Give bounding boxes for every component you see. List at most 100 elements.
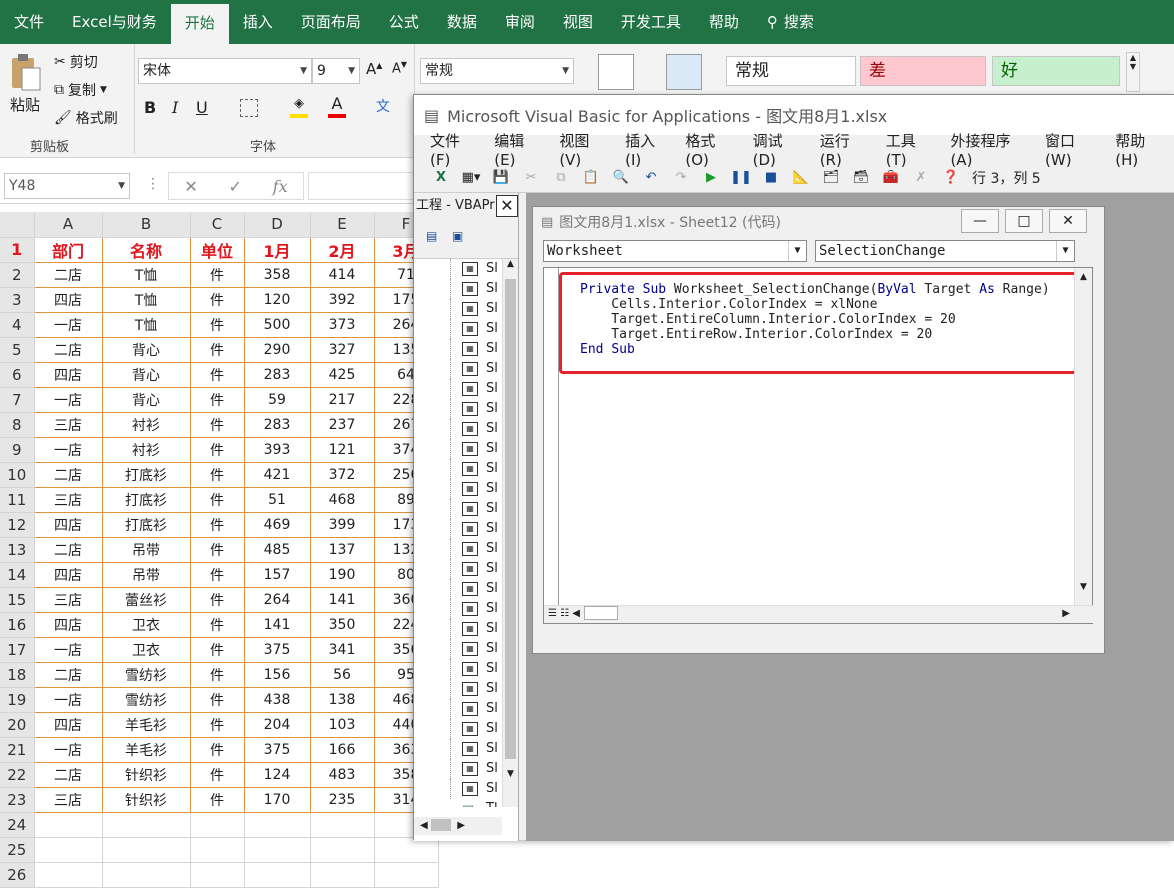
row-header[interactable]: 17 — [0, 637, 35, 663]
row-header[interactable]: 12 — [0, 512, 35, 538]
help-icon[interactable]: ❓ — [938, 167, 964, 189]
formula-input[interactable] — [308, 172, 418, 200]
row-header[interactable]: 9 — [0, 437, 35, 463]
menu-tab[interactable]: 开始 — [170, 4, 229, 44]
tree-item[interactable]: ▦ Sl — [414, 459, 504, 479]
cell[interactable]: 针织衫 — [102, 762, 191, 788]
cell[interactable]: 438 — [244, 687, 311, 713]
cell[interactable] — [244, 837, 311, 863]
object-dropdown[interactable]: Worksheet ▼ — [543, 240, 807, 262]
break-icon[interactable]: ❚❚ — [728, 167, 754, 189]
cell[interactable]: 四店 — [34, 362, 103, 388]
cell[interactable]: 三店 — [34, 487, 103, 513]
row-header[interactable]: 23 — [0, 787, 35, 813]
menu-tab[interactable]: 文件 — [0, 0, 58, 44]
cell[interactable]: 打底衫 — [102, 512, 191, 538]
cell[interactable]: 打底衫 — [102, 462, 191, 488]
find-icon[interactable]: 🔍 — [608, 167, 634, 189]
vba-menu-item[interactable]: 调试(D) — [745, 130, 812, 169]
vba-menu-item[interactable]: 工具(T) — [878, 130, 943, 169]
cell[interactable]: 四店 — [34, 512, 103, 538]
cell[interactable]: 264 — [244, 587, 311, 613]
cell[interactable]: 雪纺衫 — [102, 662, 191, 688]
close-icon[interactable]: ✕ — [496, 195, 518, 217]
cell[interactable]: 三店 — [34, 787, 103, 813]
cell[interactable]: 137 — [310, 537, 375, 563]
row-header[interactable]: 25 — [0, 837, 35, 863]
paste-button[interactable]: 粘贴 — [10, 94, 40, 115]
cell[interactable]: 485 — [244, 537, 311, 563]
enter-icon[interactable]: ✓ — [229, 177, 242, 196]
cell[interactable]: 190 — [310, 562, 375, 588]
cell[interactable]: 157 — [244, 562, 311, 588]
cell[interactable]: 375 — [244, 737, 311, 763]
cell[interactable]: 一店 — [34, 687, 103, 713]
cell[interactable]: 468 — [310, 487, 375, 513]
close-icon[interactable]: ✕ — [1049, 209, 1087, 233]
grow-font-button[interactable]: A▲ — [366, 60, 382, 78]
vba-menu-item[interactable]: 插入(I) — [617, 130, 677, 169]
reset-icon[interactable]: ■ — [758, 167, 784, 189]
row-header[interactable]: 6 — [0, 362, 35, 388]
row-header[interactable]: 13 — [0, 537, 35, 563]
cell[interactable]: 二店 — [34, 537, 103, 563]
cell[interactable]: 237 — [310, 412, 375, 438]
cell[interactable] — [310, 837, 375, 863]
tree-item[interactable]: ▦ Sl — [414, 539, 504, 559]
tree-item[interactable]: ▦ Sl — [414, 339, 504, 359]
cell[interactable]: 469 — [244, 512, 311, 538]
cut-icon[interactable]: ✂ — [518, 167, 544, 189]
cell[interactable]: 二店 — [34, 762, 103, 788]
function-icon[interactable]: fx — [273, 177, 288, 196]
copy-button[interactable]: ⧉ 复制 ▼ — [54, 80, 107, 100]
format-as-table-icon[interactable] — [666, 54, 702, 90]
tree-hscroll[interactable]: ◀ ▶ — [414, 817, 502, 835]
cell[interactable] — [374, 862, 439, 888]
cell[interactable]: 件 — [190, 662, 245, 688]
menu-tab[interactable]: 审阅 — [491, 0, 549, 44]
cell[interactable]: 二店 — [34, 662, 103, 688]
cell[interactable]: 166 — [310, 737, 375, 763]
cell[interactable]: 单位 — [190, 237, 245, 263]
vba-menu-item[interactable]: 文件(F) — [422, 130, 486, 169]
cell[interactable]: 针织衫 — [102, 787, 191, 813]
cell[interactable]: 件 — [190, 737, 245, 763]
tree-item[interactable]: ▦ Sl — [414, 699, 504, 719]
number-format-select[interactable]: 常规 ▼ — [420, 58, 574, 84]
tree-item[interactable]: ▦ Sl — [414, 739, 504, 759]
cell[interactable]: 背心 — [102, 362, 191, 388]
cell[interactable]: 138 — [310, 687, 375, 713]
cell[interactable] — [102, 862, 191, 888]
save-icon[interactable]: 💾 — [488, 167, 514, 189]
row-header[interactable]: 20 — [0, 712, 35, 738]
cell[interactable]: 一店 — [34, 437, 103, 463]
cell[interactable]: 327 — [310, 337, 375, 363]
vba-menu-item[interactable]: 格式(O) — [677, 130, 744, 169]
bold-button[interactable]: B — [144, 98, 156, 117]
font-name-select[interactable]: 宋体 ▼ — [138, 58, 312, 84]
cell[interactable]: 件 — [190, 637, 245, 663]
cell[interactable]: 341 — [310, 637, 375, 663]
tree-item[interactable]: ▦ Sl — [414, 379, 504, 399]
tree-item[interactable]: ▦ Sl — [414, 399, 504, 419]
cell[interactable]: 件 — [190, 787, 245, 813]
cell[interactable]: 件 — [190, 587, 245, 613]
tree-item[interactable]: ▦ Sl — [414, 319, 504, 339]
cell[interactable] — [34, 837, 103, 863]
tree-item[interactable]: ▦ Sl — [414, 599, 504, 619]
cancel-icon[interactable]: ✕ — [184, 177, 197, 196]
cell[interactable]: 120 — [244, 287, 311, 313]
tree-vscroll[interactable]: ▲ ▼ — [502, 259, 518, 807]
cell[interactable]: 373 — [310, 312, 375, 338]
cell[interactable]: 425 — [310, 362, 375, 388]
cell[interactable]: 吊带 — [102, 537, 191, 563]
menu-tab[interactable]: 公式 — [375, 0, 433, 44]
cell[interactable]: 件 — [190, 412, 245, 438]
insert-module-icon[interactable]: ▦▾ — [458, 167, 484, 189]
cell[interactable]: 四店 — [34, 562, 103, 588]
cell[interactable]: 141 — [310, 587, 375, 613]
cell[interactable]: 283 — [244, 412, 311, 438]
menu-tab[interactable]: 插入 — [229, 0, 287, 44]
tree-item[interactable]: ▦ Sl — [414, 439, 504, 459]
row-header[interactable]: 15 — [0, 587, 35, 613]
